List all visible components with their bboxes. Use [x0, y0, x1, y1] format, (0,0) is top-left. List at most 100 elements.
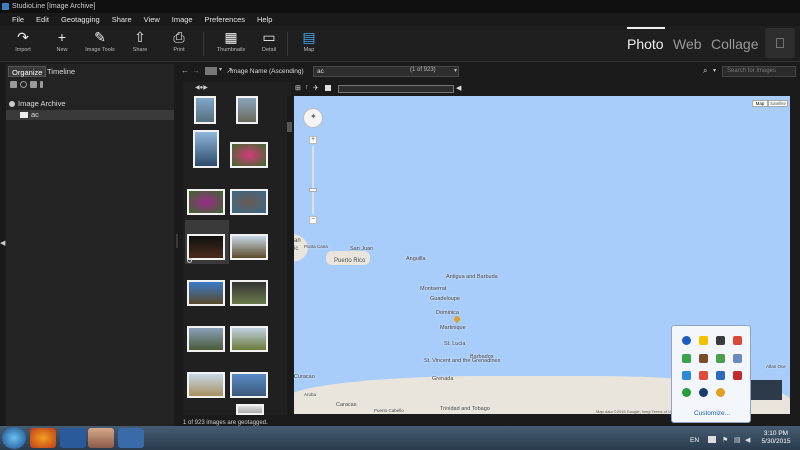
- share-button[interactable]: ⇧ Share: [122, 28, 158, 60]
- tab-collage[interactable]: Collage: [711, 36, 758, 52]
- network-icon[interactable]: ▤: [734, 436, 741, 444]
- volume-icon[interactable]: [733, 336, 742, 345]
- thumbnail-image[interactable]: [230, 326, 268, 352]
- sort-order[interactable]: Image Name (Ascending): [230, 66, 304, 77]
- tree-item-ac[interactable]: ac: [6, 110, 174, 120]
- app-tray-icon[interactable]: [716, 354, 725, 363]
- adobe-icon[interactable]: [699, 371, 708, 380]
- menu-help[interactable]: Help: [252, 13, 277, 26]
- new-button[interactable]: + New: [44, 28, 80, 60]
- thumbnail-image[interactable]: [236, 404, 264, 415]
- detail-button[interactable]: ▭ Detail: [251, 28, 287, 60]
- image-tools-button[interactable]: ✎ Image Tools: [82, 28, 118, 60]
- folder-icon[interactable]: [30, 81, 37, 88]
- app-tray-icon[interactable]: [716, 388, 725, 397]
- menu-file[interactable]: File: [0, 13, 29, 26]
- start-button[interactable]: [2, 427, 26, 449]
- menu-geotagging[interactable]: Geotagging: [56, 13, 105, 26]
- map-type-map-button[interactable]: Map: [752, 100, 768, 107]
- thumbnail-scrollbar[interactable]: [287, 96, 292, 416]
- import-button[interactable]: ↷ Import: [5, 28, 41, 60]
- menu-edit[interactable]: Edit: [31, 13, 54, 26]
- back-icon[interactable]: ←: [181, 66, 189, 75]
- scrollbar-thumb[interactable]: [287, 122, 292, 132]
- view-options-icon[interactable]: [205, 67, 217, 75]
- language-indicator[interactable]: EN: [690, 437, 699, 444]
- volume-icon[interactable]: ◀: [745, 436, 750, 444]
- thumbnail-image[interactable]: [187, 234, 225, 260]
- customize-link[interactable]: Customize...: [672, 410, 752, 417]
- zoom-slider[interactable]: [312, 146, 314, 214]
- app-tray-icon[interactable]: [699, 388, 708, 397]
- collapse-arrow-icon[interactable]: ◀: [0, 239, 5, 247]
- stop-icon[interactable]: [325, 85, 331, 91]
- trash-icon[interactable]: ⎕: [765, 28, 795, 58]
- pin-icon[interactable]: ↑: [305, 84, 309, 91]
- chat-icon[interactable]: [682, 354, 691, 363]
- thumbnail-image[interactable]: [187, 372, 225, 398]
- bars-icon[interactable]: [733, 354, 742, 363]
- camera-icon[interactable]: [733, 371, 742, 380]
- cloud-icon[interactable]: [682, 371, 691, 380]
- thumbnail-image[interactable]: [230, 234, 268, 260]
- menu-preferences[interactable]: Preferences: [200, 13, 250, 26]
- airplane-icon[interactable]: ✈: [313, 84, 319, 92]
- app-tray-icon[interactable]: [716, 336, 725, 345]
- thumbnails-icon: ▦: [224, 29, 238, 45]
- menu-share[interactable]: Share: [107, 13, 137, 26]
- thumbnail-image[interactable]: [230, 280, 268, 306]
- chevron-down-icon[interactable]: ▾: [219, 66, 222, 73]
- splitter-handle[interactable]: [176, 234, 178, 248]
- map-type-satellite-button[interactable]: Satellite: [768, 100, 788, 107]
- thumbnail-image[interactable]: [187, 280, 225, 306]
- zoom-out-button[interactable]: −: [309, 216, 317, 224]
- tab-web[interactable]: Web: [673, 36, 702, 52]
- thumbnail-image[interactable]: [230, 372, 268, 398]
- pan-control[interactable]: ✦: [303, 108, 323, 128]
- chevron-down-icon[interactable]: ▾: [713, 67, 716, 74]
- tab-photo[interactable]: Photo: [627, 36, 664, 52]
- new-folder-icon[interactable]: [10, 81, 17, 88]
- keyboard-icon[interactable]: [708, 436, 716, 443]
- bluetooth-icon[interactable]: [682, 336, 691, 345]
- map-pin-icon[interactable]: [452, 314, 462, 324]
- norton-icon[interactable]: [699, 336, 708, 345]
- app-tray-icon[interactable]: [682, 388, 691, 397]
- speaker-icon[interactable]: ◀: [456, 84, 461, 92]
- tree-item-image-archive[interactable]: Image Archive: [6, 99, 174, 109]
- search-icon[interactable]: [20, 81, 27, 88]
- firefox-icon[interactable]: [30, 428, 56, 448]
- zoom-in-button[interactable]: +: [309, 136, 317, 144]
- expand-icon[interactable]: ⊞: [295, 84, 301, 92]
- chevron-down-icon[interactable]: ▾: [454, 67, 457, 74]
- zoom-slider-handle[interactable]: [309, 188, 317, 192]
- map-button[interactable]: ▤ Map: [291, 28, 327, 60]
- print-button[interactable]: ⎙ Print: [161, 28, 197, 60]
- thumbnail-image[interactable]: [193, 130, 219, 168]
- clock[interactable]: 3:10 PM 5/30/2015: [752, 430, 800, 446]
- menu-image[interactable]: Image: [167, 13, 198, 26]
- thumbnail-nav-icon[interactable]: ◀●▶: [195, 84, 208, 91]
- forward-icon[interactable]: →: [192, 66, 200, 75]
- search-icon[interactable]: ⌕: [703, 66, 707, 76]
- app-tray-icon[interactable]: [699, 354, 708, 363]
- thumbnail-image[interactable]: [187, 326, 225, 352]
- search-images-input[interactable]: Search for Images: [722, 66, 796, 77]
- menu-view[interactable]: View: [139, 13, 165, 26]
- map-progress-bar[interactable]: [338, 85, 454, 93]
- flag-icon[interactable]: ⚑: [722, 436, 728, 444]
- filter-field[interactable]: ac: [313, 66, 459, 77]
- app-taskbar-icon[interactable]: [118, 428, 144, 448]
- thumbnails-button[interactable]: ▦ Thumbnails: [211, 28, 251, 60]
- app-taskbar-icon[interactable]: [60, 428, 86, 448]
- studioline-taskbar-icon[interactable]: [88, 428, 114, 448]
- thumbnail-image[interactable]: [187, 189, 225, 215]
- app-tray-icon[interactable]: [716, 371, 725, 380]
- thumbnail-image[interactable]: [230, 189, 268, 215]
- thumbnail-image[interactable]: [194, 96, 216, 124]
- info-icon[interactable]: [40, 81, 43, 88]
- thumbnail-image[interactable]: [230, 142, 268, 168]
- tab-organize[interactable]: Organize: [8, 66, 47, 77]
- tab-timeline[interactable]: Timeline: [44, 66, 78, 77]
- thumbnail-image[interactable]: [236, 96, 258, 124]
